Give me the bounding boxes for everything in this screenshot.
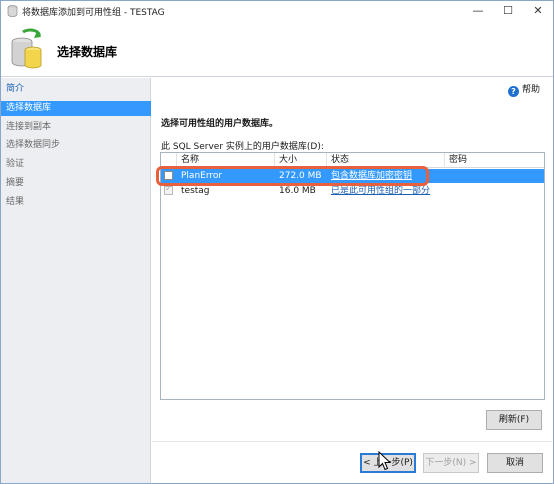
- help-label: 帮助: [522, 85, 541, 95]
- button-separator: [152, 441, 552, 442]
- db-status-link[interactable]: 已是此可用性组的一部分: [331, 184, 430, 198]
- maximize-button[interactable]: ☐: [493, 1, 523, 21]
- dialog-window: 将数据库添加到可用性组 - TESTAG — ☐ ✕ 选择数据库 简介 选择数据…: [0, 0, 554, 484]
- instruction-text: 选择可用性组的用户数据库。: [161, 119, 279, 129]
- row-checkbox: [164, 184, 173, 195]
- database-add-icon: [11, 28, 42, 69]
- column-header-password[interactable]: 密码: [445, 153, 544, 168]
- db-name: testag: [181, 186, 210, 196]
- minimize-button[interactable]: —: [463, 1, 493, 21]
- table-row[interactable]: testag 16.0 MB 已是此可用性组的一部分: [161, 184, 544, 198]
- highlight-annotation: [156, 166, 429, 186]
- grid-label: 此 SQL Server 实例上的用户数据库(D):: [161, 142, 324, 152]
- wizard-nav: 简介 选择数据库 连接到副本 选择数据同步 验证 摘要 结果: [1, 78, 151, 483]
- help-link[interactable]: ? 帮助: [508, 82, 540, 97]
- nav-item-connect-replicas: 连接到副本: [6, 122, 52, 132]
- refresh-button[interactable]: 刷新(F): [486, 410, 542, 430]
- nav-item-summary: 摘要: [6, 178, 25, 188]
- nav-item-select-databases[interactable]: 选择数据库: [1, 101, 151, 116]
- nav-item-data-sync: 选择数据同步: [6, 140, 61, 150]
- page-header: 选择数据库: [1, 21, 553, 77]
- help-icon: ?: [508, 86, 519, 97]
- page-title: 选择数据库: [57, 45, 118, 59]
- nav-item-intro[interactable]: 简介: [1, 82, 151, 97]
- mouse-cursor-icon: [378, 451, 392, 471]
- next-button: 下一步(N) >: [423, 453, 479, 473]
- close-button[interactable]: ✕: [523, 1, 553, 21]
- cancel-button[interactable]: 取消: [487, 453, 543, 473]
- nav-item-validation: 验证: [6, 159, 25, 169]
- db-size: 16.0 MB: [279, 186, 316, 196]
- window-title: 将数据库添加到可用性组 - TESTAG: [22, 8, 165, 18]
- nav-item-results: 结果: [6, 197, 25, 207]
- database-grid[interactable]: 名称 大小 状态 密码 PlanError 272.0 MB 包含数据库加密密钥…: [160, 152, 545, 400]
- title-bar[interactable]: 将数据库添加到可用性组 - TESTAG — ☐ ✕: [1, 1, 553, 21]
- database-icon: [7, 5, 18, 17]
